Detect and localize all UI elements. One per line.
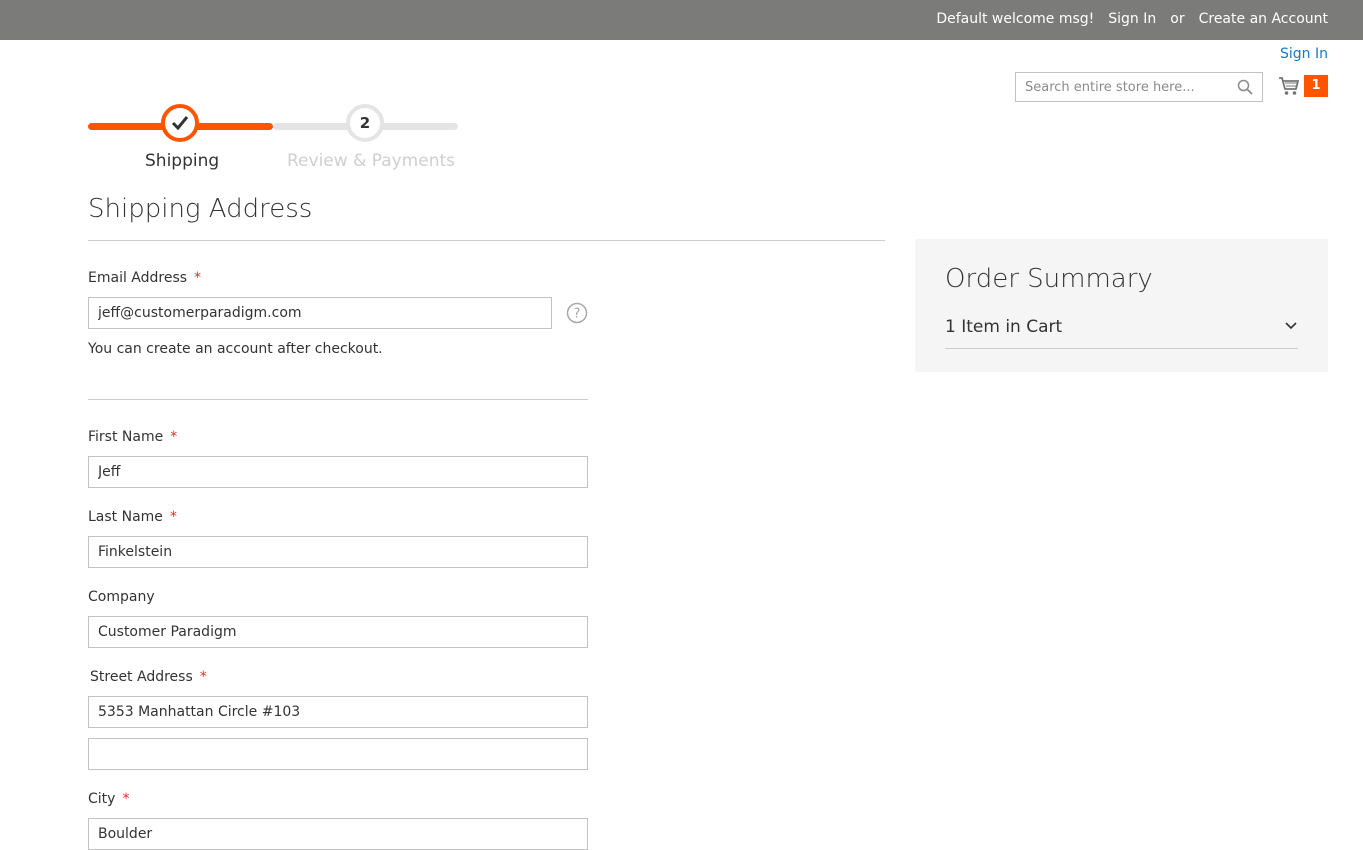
street-address-line1-field[interactable] (88, 696, 588, 728)
checkout-progress-bar: 2 Shipping Review & Payments (88, 104, 458, 174)
company-label: Company (88, 589, 155, 605)
account-note: You can create an account after checkout… (88, 341, 383, 357)
first-name-label-text: First Name (88, 429, 164, 445)
summary-divider (945, 348, 1298, 349)
search-input[interactable] (1016, 73, 1244, 101)
email-label: Email Address * (88, 270, 201, 286)
email-field[interactable] (88, 297, 552, 329)
form-divider (88, 399, 588, 400)
welcome-message: Default welcome msg! (936, 11, 1095, 27)
search-icon[interactable] (1237, 79, 1253, 95)
city-label: City * (88, 791, 129, 807)
top-header-bar: Default welcome msg! Sign In or Create a… (0, 0, 1363, 40)
or-text: or (1170, 11, 1185, 27)
items-in-cart-toggle[interactable]: 1 Item in Cart (945, 317, 1062, 337)
cart-count-badge[interactable]: 1 (1304, 75, 1328, 97)
step-shipping-circle (161, 104, 199, 142)
order-summary-title: Order Summary (945, 264, 1153, 294)
last-name-field[interactable] (88, 536, 588, 568)
chevron-down-icon[interactable] (1284, 319, 1298, 333)
checkmark-icon (171, 116, 189, 131)
create-account-link[interactable]: Create an Account (1199, 11, 1328, 27)
required-marker: * (199, 669, 207, 685)
title-divider (88, 240, 885, 241)
shipping-address-title: Shipping Address (88, 194, 313, 224)
required-marker: * (169, 509, 177, 525)
sign-in-secondary-link[interactable]: Sign In (1280, 46, 1328, 62)
step-shipping-label: Shipping (145, 151, 220, 171)
required-marker: * (194, 270, 202, 286)
first-name-label: First Name * (88, 429, 177, 445)
sign-in-link[interactable]: Sign In (1108, 11, 1156, 27)
street-address-label: Street Address * (90, 669, 207, 685)
search-box (1015, 72, 1263, 102)
cart-icon[interactable] (1278, 75, 1300, 97)
last-name-label: Last Name * (88, 509, 177, 525)
city-label-text: City (88, 791, 116, 807)
order-summary-panel: Order Summary 1 Item in Cart (915, 239, 1328, 372)
required-marker: * (122, 791, 130, 807)
last-name-label-text: Last Name (88, 509, 163, 525)
required-marker: * (170, 429, 178, 445)
svg-text:?: ? (574, 307, 581, 322)
city-field[interactable] (88, 818, 588, 850)
street-address-line2-field[interactable] (88, 738, 588, 770)
first-name-field[interactable] (88, 456, 588, 488)
company-label-text: Company (88, 589, 155, 605)
step-review-label[interactable]: Review & Payments (287, 151, 455, 171)
header-links: Default welcome msg! Sign In or Create a… (936, 11, 1328, 27)
help-icon[interactable]: ? (566, 302, 588, 324)
street-address-label-text: Street Address (90, 669, 193, 685)
company-field[interactable] (88, 616, 588, 648)
step-review-circle: 2 (346, 104, 384, 142)
email-label-text: Email Address (88, 270, 188, 286)
